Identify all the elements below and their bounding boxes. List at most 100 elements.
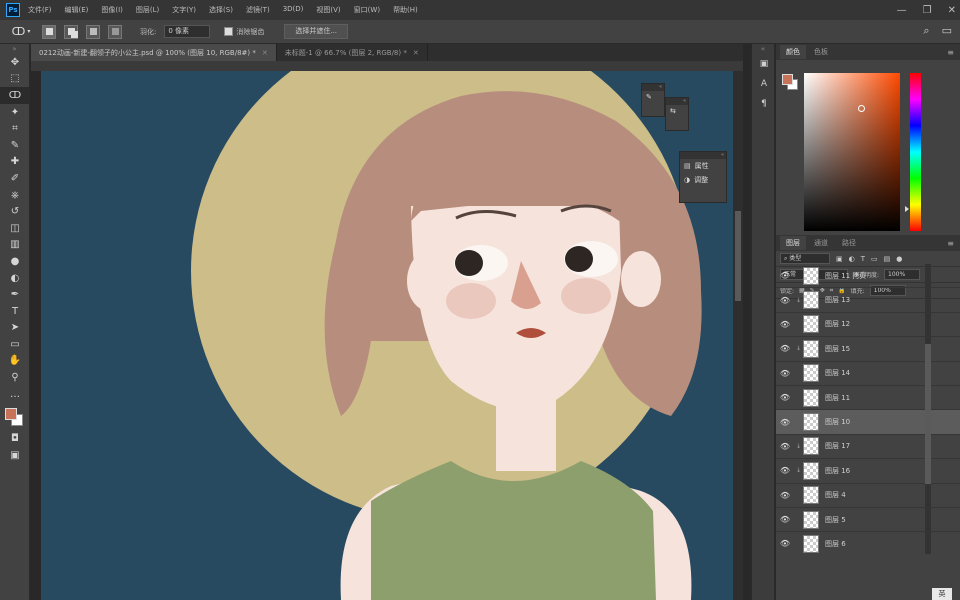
tab-layers[interactable]: 图层 xyxy=(780,236,806,250)
layer-row[interactable]: 👁 ↓ 图层 16 xyxy=(776,459,960,484)
layer-name[interactable]: 图层 4 xyxy=(825,490,846,500)
close-button[interactable]: ✕ xyxy=(948,5,956,16)
layer-name[interactable]: 图层 6 xyxy=(825,539,846,549)
layer-name[interactable]: 图层 15 xyxy=(825,344,850,354)
antialias-checkbox[interactable]: 消除锯齿 xyxy=(224,27,264,37)
pen-icon[interactable]: ✒ xyxy=(0,286,30,303)
tab-document-2[interactable]: 未标题-1 @ 66.7% (图层 2, RGB/8) * ✕ xyxy=(277,44,428,61)
intersect-selection-button[interactable] xyxy=(108,24,122,39)
properties-panel[interactable]: « ▤ 属性 ◑ 调整 xyxy=(679,151,727,203)
close-icon[interactable]: ✕ xyxy=(413,49,419,57)
shape-icon[interactable]: ▭ xyxy=(0,336,30,353)
visibility-eye-icon[interactable]: 👁 xyxy=(776,296,794,305)
hand-icon[interactable]: ✋ xyxy=(0,353,30,370)
strip-grip[interactable]: « xyxy=(752,44,774,54)
more-icon[interactable]: … xyxy=(0,386,30,403)
restore-button[interactable]: ❐ xyxy=(923,5,932,16)
foreground-color[interactable] xyxy=(5,408,17,421)
quick-mask-icon[interactable]: ◘ xyxy=(0,430,30,447)
scroll-thumb[interactable] xyxy=(735,211,741,301)
layer-thumbnail[interactable] xyxy=(803,388,819,407)
workspace-icon[interactable]: ▭ xyxy=(942,24,952,38)
layer-name[interactable]: 图层 5 xyxy=(825,515,846,525)
blur-icon[interactable]: ● xyxy=(0,253,30,270)
layer-thumbnail[interactable] xyxy=(803,364,819,383)
tab-paths[interactable]: 路径 xyxy=(836,236,862,250)
brush-settings-icon[interactable]: ⇆ xyxy=(666,105,688,117)
layer-row[interactable]: 👁 ↓ 图层 17 xyxy=(776,435,960,460)
paragraph-icon[interactable]: ¶ xyxy=(752,94,776,114)
kind-filter-select[interactable]: ⌕ 类型 xyxy=(780,253,830,264)
search-icon[interactable]: ⌕ xyxy=(923,24,929,38)
brush-preset-icon[interactable]: ✎ xyxy=(642,91,664,103)
menu-item[interactable]: 图像(I) xyxy=(101,5,123,15)
color-swatches[interactable] xyxy=(0,402,30,430)
menu-item[interactable]: 文字(Y) xyxy=(172,5,196,15)
layer-row[interactable]: 👁 图层 11 xyxy=(776,386,960,411)
close-icon[interactable]: ✕ xyxy=(262,49,268,57)
type-icon[interactable]: T xyxy=(0,303,30,320)
menu-item[interactable]: 窗口(W) xyxy=(354,5,380,15)
panel-menu-icon[interactable]: ≡ xyxy=(947,239,954,248)
filter-toggle-icon[interactable]: ● xyxy=(896,255,902,263)
visibility-eye-icon[interactable]: 👁 xyxy=(776,393,794,402)
vertical-scrollbar[interactable] xyxy=(733,71,743,600)
dodge-icon[interactable]: ◐ xyxy=(0,270,30,287)
canvas-area[interactable]: « ✎ « ⇆ « ▤ 属性 ◑ 调整 xyxy=(31,61,743,600)
visibility-eye-icon[interactable]: 👁 xyxy=(776,271,794,280)
eraser-icon[interactable]: ◫ xyxy=(0,220,30,237)
path-select-icon[interactable]: ➤ xyxy=(0,320,30,337)
color-picker-field[interactable] xyxy=(804,73,900,231)
layer-row[interactable]: 👁 图层 4 xyxy=(776,484,960,508)
brush-icon[interactable]: ✐ xyxy=(0,170,30,187)
menu-item[interactable]: 选择(S) xyxy=(209,5,233,15)
minimize-button[interactable]: — xyxy=(897,5,907,16)
layer-name[interactable]: 图层 13 xyxy=(825,295,850,305)
adjustment-filter-icon[interactable]: ◐ xyxy=(849,255,855,263)
magic-wand-icon[interactable]: ✦ xyxy=(0,104,30,121)
layer-name[interactable]: 图层 11 拷贝 xyxy=(825,271,866,281)
color-swatch-icon[interactable]: ▣ xyxy=(752,54,776,74)
layer-name[interactable]: 图层 16 xyxy=(825,466,850,476)
layer-row[interactable]: 👁 ↓ 图层 13 xyxy=(776,288,960,313)
layer-thumbnail[interactable] xyxy=(803,339,819,358)
hue-slider[interactable] xyxy=(910,73,921,231)
menu-item[interactable]: 滤镜(T) xyxy=(246,5,270,15)
move-icon[interactable]: ✥ xyxy=(0,54,30,71)
history-brush-icon[interactable]: ↺ xyxy=(0,203,30,220)
shape-filter-icon[interactable]: ▭ xyxy=(871,255,878,263)
menu-item[interactable]: 图层(L) xyxy=(136,5,159,15)
add-selection-button[interactable] xyxy=(64,24,78,39)
layer-thumbnail[interactable] xyxy=(803,534,819,553)
type-panel-icon[interactable]: A xyxy=(752,74,776,94)
crop-icon[interactable]: ⌗ xyxy=(0,120,30,137)
visibility-eye-icon[interactable]: 👁 xyxy=(776,369,794,378)
artwork-canvas[interactable] xyxy=(41,71,733,600)
panel-menu-icon[interactable]: ≡ xyxy=(947,48,954,57)
foreground-color-chip[interactable] xyxy=(782,74,793,85)
visibility-eye-icon[interactable]: 👁 xyxy=(776,539,794,548)
layer-row[interactable]: 👁 ↓ 图层 15 xyxy=(776,337,960,362)
layer-name[interactable]: 图层 11 xyxy=(825,393,850,403)
lasso-icon[interactable]: ↀ xyxy=(0,87,30,104)
stamp-icon[interactable]: ⎈ xyxy=(0,187,30,204)
feather-input[interactable]: 0 像素 xyxy=(164,25,211,38)
eyedropper-icon[interactable]: ✎ xyxy=(0,137,30,154)
layer-name[interactable]: 图层 17 xyxy=(825,441,850,451)
brush-settings-panel[interactable]: « ⇆ xyxy=(665,97,689,131)
layers-scrollbar[interactable] xyxy=(925,264,931,554)
visibility-eye-icon[interactable]: 👁 xyxy=(776,466,794,475)
tab-swatches[interactable]: 色板 xyxy=(808,45,834,59)
properties-tab[interactable]: ▤ 属性 xyxy=(680,159,726,173)
brush-preset-panel[interactable]: « ✎ xyxy=(641,83,665,117)
visibility-eye-icon[interactable]: 👁 xyxy=(776,515,794,524)
layer-thumbnail[interactable] xyxy=(803,437,819,456)
marquee-icon[interactable]: ⬚ xyxy=(0,71,30,88)
layer-row[interactable]: 👁 图层 5 xyxy=(776,508,960,533)
menu-item[interactable]: 视图(V) xyxy=(316,5,340,15)
type-filter-icon[interactable]: T xyxy=(861,255,865,263)
layer-thumbnail[interactable] xyxy=(803,461,819,480)
layer-row[interactable]: 👁 图层 11 拷贝 xyxy=(776,264,960,289)
visibility-eye-icon[interactable]: 👁 xyxy=(776,442,794,451)
healing-icon[interactable]: ✚ xyxy=(0,154,30,171)
